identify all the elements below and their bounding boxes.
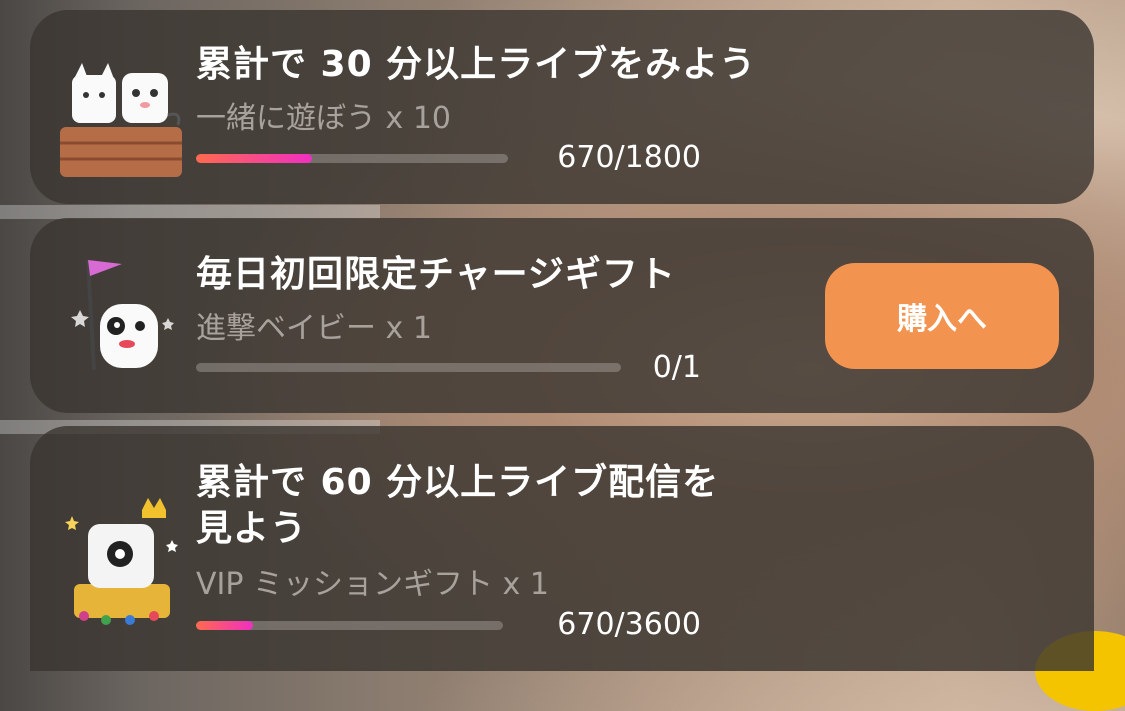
mission-title-line: 累計で 60 分以上ライブ配信を bbox=[196, 462, 720, 503]
mission-reward: 一緒に遊ぼう x 10 bbox=[196, 101, 451, 136]
progress-bar bbox=[196, 363, 621, 372]
mission-title: 累計で 30 分以上ライブをみよう bbox=[196, 44, 757, 85]
purchase-button[interactable]: 購入へ bbox=[825, 263, 1059, 369]
progress-bar bbox=[196, 621, 503, 630]
progress-count: 670/1800 bbox=[557, 140, 701, 175]
progress-fill bbox=[196, 154, 313, 163]
progress-count: 0/1 bbox=[652, 350, 701, 385]
mission-title: 毎日初回限定チャージギフト bbox=[196, 254, 676, 295]
mission-card: 累計で 60 分以上ライブ配信を 見よう VIP ミッションギフト x 1 67… bbox=[30, 426, 1094, 671]
progress-count: 670/3600 bbox=[557, 607, 701, 642]
two-cats-on-crate-icon bbox=[60, 35, 210, 185]
background-decor bbox=[0, 205, 380, 219]
mission-reward: VIP ミッションギフト x 1 bbox=[196, 567, 549, 602]
mission-title-line: 見よう bbox=[196, 508, 308, 549]
mission-card: 毎日初回限定チャージギフト 進撃ベイビー x 1 0/1 購入へ bbox=[30, 218, 1094, 413]
mascot-with-flag-icon bbox=[60, 248, 210, 398]
progress-fill bbox=[196, 621, 254, 630]
mission-title: 累計で 60 分以上ライブ配信を 見よう bbox=[196, 460, 719, 552]
progress-bar bbox=[196, 154, 508, 163]
crowned-mascot-on-throne-icon bbox=[60, 496, 210, 646]
mission-card: 累計で 30 分以上ライブをみよう 一緒に遊ぼう x 10 670/1800 bbox=[30, 10, 1094, 204]
mission-reward: 進撃ベイビー x 1 bbox=[196, 311, 432, 346]
